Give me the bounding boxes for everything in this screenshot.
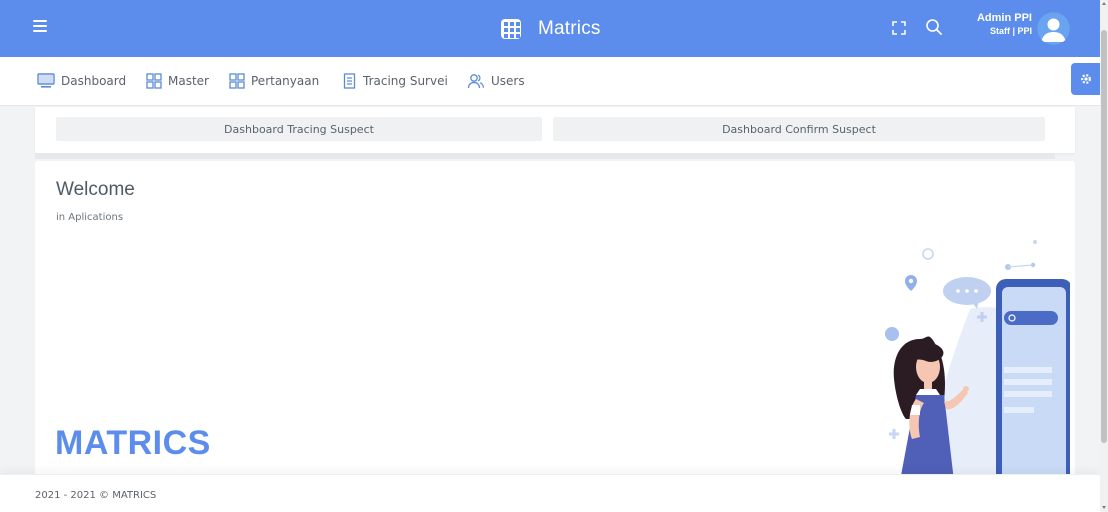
welcome-title: Welcome [56, 179, 135, 200]
welcome-card: Welcome in Aplications MATRICS [35, 161, 1075, 481]
top-header: Matrics Admin PPI Staff | PPI [0, 0, 1100, 57]
gear-icon [1080, 74, 1091, 84]
welcome-illustration [885, 240, 1070, 481]
brand-wordmark: MATRICS [55, 424, 211, 462]
menu-icon[interactable] [33, 20, 47, 34]
user-info[interactable]: Admin PPI Staff | PPI [960, 12, 1032, 37]
user-name: Admin PPI [976, 12, 1032, 24]
fullscreen-icon[interactable] [892, 21, 906, 35]
nav-item-dashboard[interactable]: Dashboard [37, 72, 126, 90]
footer: 2021 - 2021 © MATRICS [0, 474, 1100, 512]
card-divider [35, 153, 1055, 159]
nav-item-tracing-survei[interactable]: Tracing Survei [343, 72, 448, 90]
grid-icon [229, 73, 245, 89]
main-navigation: Dashboard Master Pertanyaan Tracing Surv… [0, 57, 1100, 106]
nav-item-master[interactable]: Master [146, 72, 209, 90]
search-icon[interactable] [925, 18, 943, 36]
monitor-icon [37, 73, 55, 88]
brand-name: Matrics [538, 18, 601, 39]
dashboard-confirm-suspect-button[interactable]: Dashboard Confirm Suspect [553, 117, 1045, 141]
dashboard-buttons-card: Dashboard Tracing Suspect Dashboard Conf… [35, 107, 1075, 153]
dashboard-tracing-suspect-button[interactable]: Dashboard Tracing Suspect [56, 117, 542, 141]
document-icon [343, 73, 356, 89]
nav-label: Tracing Survei [363, 74, 448, 88]
welcome-subtitle: in Aplications [56, 212, 124, 223]
nav-item-pertanyaan[interactable]: Pertanyaan [229, 72, 319, 90]
nav-label: Pertanyaan [251, 74, 320, 88]
avatar[interactable] [1037, 12, 1070, 45]
settings-button[interactable] [1071, 63, 1100, 95]
scroll-down-arrow-icon[interactable] [1102, 506, 1106, 509]
scroll-up-arrow-icon[interactable] [1102, 2, 1106, 5]
users-icon [467, 74, 484, 89]
user-role: Staff | PPI [989, 26, 1032, 36]
footer-copyright: 2021 - 2021 © MATRICS [35, 490, 157, 501]
grid-logo-icon [501, 19, 521, 39]
nav-label: Users [491, 74, 525, 88]
nav-label: Master [168, 74, 209, 88]
nav-label: Dashboard [61, 74, 127, 88]
scrollbar-thumb[interactable] [1101, 30, 1107, 443]
nav-item-users[interactable]: Users [467, 72, 525, 90]
grid-icon [146, 73, 162, 89]
brand[interactable]: Matrics [501, 15, 601, 43]
